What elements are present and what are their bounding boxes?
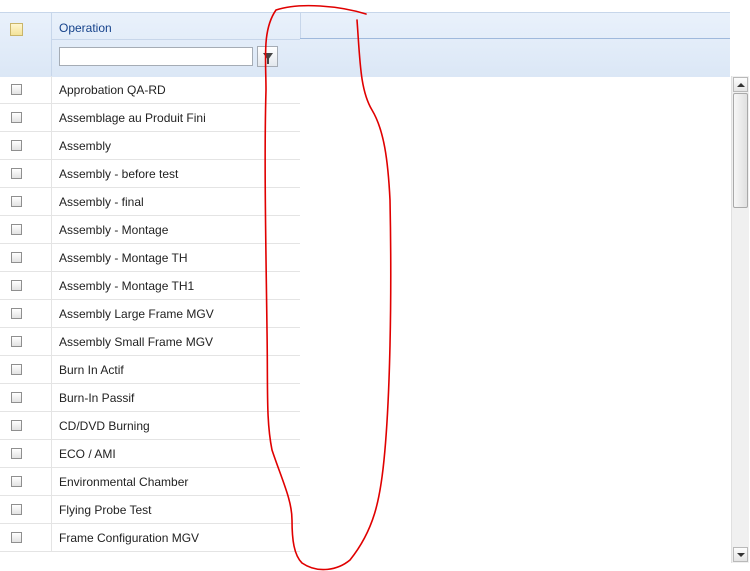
column-separator — [51, 132, 52, 159]
scrollbar-thumb[interactable] — [733, 93, 748, 208]
row-checkbox[interactable] — [11, 448, 22, 459]
operation-name: Assembly Small Frame MGV — [59, 335, 214, 349]
table-row[interactable]: Frame Configuration MGV — [0, 524, 300, 552]
row-checkbox[interactable] — [11, 196, 22, 207]
grid-header: Operation — [0, 12, 730, 77]
operation-name: Burn-In Passif — [59, 391, 135, 405]
scroll-down-button[interactable] — [733, 547, 748, 562]
operation-name: Assembly - Montage — [59, 223, 169, 237]
row-checkbox[interactable] — [11, 336, 22, 347]
operation-name: CD/DVD Burning — [59, 419, 150, 433]
column-separator — [51, 104, 52, 131]
filter-button[interactable] — [257, 46, 278, 67]
operation-name: Assemblage au Produit Fini — [59, 111, 206, 125]
table-row[interactable]: Assembly - Montage — [0, 216, 300, 244]
column-separator — [51, 468, 52, 495]
row-checkbox[interactable] — [11, 280, 22, 291]
column-separator — [51, 216, 52, 243]
row-checkbox[interactable] — [11, 168, 22, 179]
table-row[interactable]: ECO / AMI — [0, 440, 300, 468]
operation-name: Frame Configuration MGV — [59, 531, 200, 545]
filter-row — [52, 39, 300, 78]
table-row[interactable]: Assembly - final — [0, 188, 300, 216]
row-checkbox[interactable] — [11, 392, 22, 403]
operation-name: ECO / AMI — [59, 447, 116, 461]
header-divider-line — [300, 38, 730, 39]
row-checkbox[interactable] — [11, 252, 22, 263]
arrow-down-icon — [736, 552, 745, 557]
row-checkbox[interactable] — [11, 504, 22, 515]
column-separator — [51, 160, 52, 187]
table-row[interactable]: Burn In Actif — [0, 356, 300, 384]
operation-grid: Operation Approbation QA-RD Assemblage au… — [0, 12, 730, 571]
operation-name: Assembly - Montage TH — [59, 251, 188, 265]
row-checkbox[interactable] — [11, 420, 22, 431]
table-row[interactable]: CD/DVD Burning — [0, 412, 300, 440]
column-separator — [51, 496, 52, 523]
row-checkbox[interactable] — [11, 84, 22, 95]
vertical-scrollbar[interactable] — [731, 76, 749, 563]
table-row[interactable]: Environmental Chamber — [0, 468, 300, 496]
table-row[interactable]: Burn-In Passif — [0, 384, 300, 412]
column-separator — [51, 384, 52, 411]
table-row[interactable]: Assembly — [0, 132, 300, 160]
table-row[interactable]: Flying Probe Test — [0, 496, 300, 524]
column-separator — [51, 300, 52, 327]
operation-name: Assembly - Montage TH1 — [59, 279, 195, 293]
operation-name: Environmental Chamber — [59, 475, 189, 489]
operation-name: Flying Probe Test — [59, 503, 152, 517]
operation-name: Assembly — [59, 139, 112, 153]
column-separator — [51, 244, 52, 271]
column-separator — [51, 356, 52, 383]
row-checkbox[interactable] — [11, 532, 22, 543]
column-separator — [51, 524, 52, 551]
table-row[interactable]: Assembly - Montage TH — [0, 244, 300, 272]
header-checkbox-cell — [0, 13, 52, 77]
row-checkbox[interactable] — [11, 476, 22, 487]
row-checkbox[interactable] — [11, 364, 22, 375]
operation-column-header[interactable]: Operation — [59, 21, 112, 35]
operation-name: Assembly Large Frame MGV — [59, 307, 214, 321]
grid-rows: Approbation QA-RD Assemblage au Produit F… — [0, 76, 300, 552]
row-checkbox[interactable] — [11, 224, 22, 235]
column-separator — [51, 440, 52, 467]
row-checkbox[interactable] — [11, 308, 22, 319]
table-row[interactable]: Assembly - Montage TH1 — [0, 272, 300, 300]
funnel-icon — [262, 53, 273, 64]
operation-filter-input[interactable] — [59, 47, 253, 66]
table-row[interactable]: Assemblage au Produit Fini — [0, 104, 300, 132]
column-separator — [51, 76, 52, 103]
table-row[interactable]: Assembly Small Frame MGV — [0, 328, 300, 356]
row-checkbox[interactable] — [11, 112, 22, 123]
column-separator — [51, 188, 52, 215]
column-separator — [300, 13, 301, 39]
column-separator — [51, 272, 52, 299]
row-checkbox[interactable] — [11, 140, 22, 151]
arrow-up-icon — [736, 82, 745, 87]
operation-name: Burn In Actif — [59, 363, 124, 377]
operation-name: Approbation QA-RD — [59, 83, 166, 97]
column-separator — [51, 328, 52, 355]
table-row[interactable]: Assembly - before test — [0, 160, 300, 188]
operation-name: Assembly - final — [59, 195, 144, 209]
table-row[interactable]: Assembly Large Frame MGV — [0, 300, 300, 328]
operation-name: Assembly - before test — [59, 167, 179, 181]
table-row[interactable]: Approbation QA-RD — [0, 76, 300, 104]
column-separator — [51, 412, 52, 439]
select-all-checkbox[interactable] — [10, 23, 23, 36]
scroll-up-button[interactable] — [733, 77, 748, 92]
